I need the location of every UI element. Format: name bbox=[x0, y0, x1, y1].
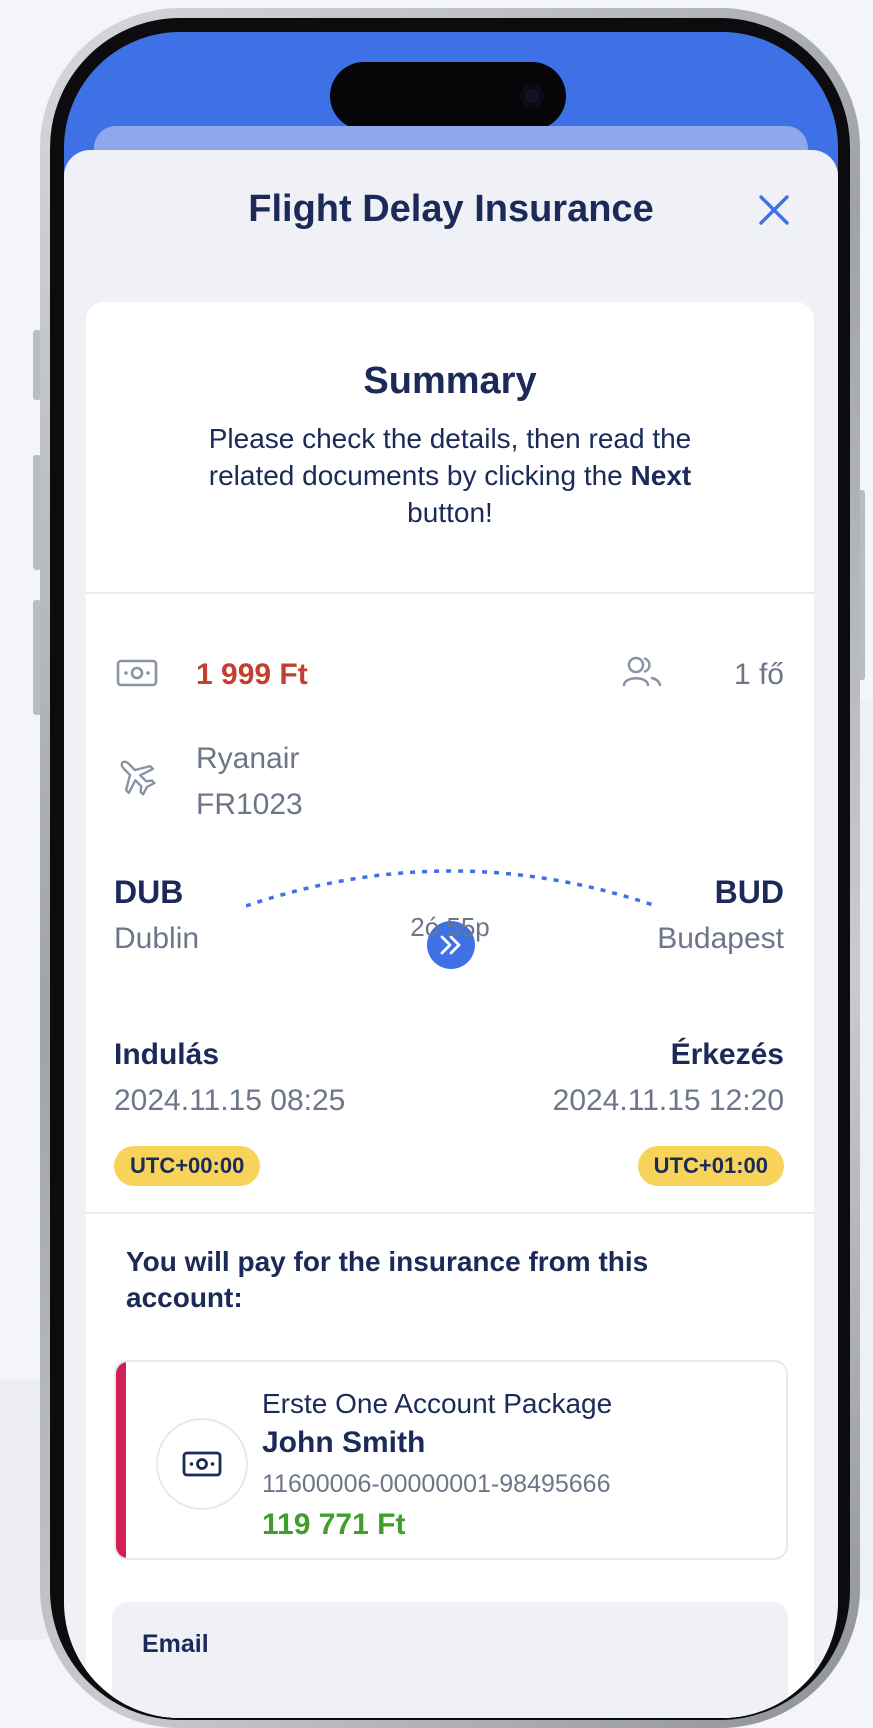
email-label: Email bbox=[142, 1630, 209, 1658]
departure-time: 2024.11.15 08:25 bbox=[114, 1084, 346, 1117]
account-icon-circle bbox=[156, 1418, 248, 1510]
front-camera bbox=[520, 84, 544, 108]
close-button[interactable] bbox=[754, 190, 794, 230]
people-icon bbox=[622, 656, 662, 687]
summary-instructions: Please check the details, then read the … bbox=[166, 420, 734, 531]
summary-text-start: Please check the details, then read the … bbox=[208, 423, 692, 491]
sheet-title: Flight Delay Insurance bbox=[248, 188, 654, 230]
airplane-icon bbox=[120, 760, 156, 796]
destination-code: BUD bbox=[714, 874, 784, 910]
email-field[interactable]: Email bbox=[112, 1602, 788, 1718]
summary-title: Summary bbox=[363, 360, 537, 402]
account-accent-bar bbox=[116, 1362, 126, 1558]
flight-number: FR1023 bbox=[196, 788, 303, 821]
phone-screen: Flight Delay Insurance Summary Please ch… bbox=[64, 32, 838, 1718]
arrival-label: Érkezés bbox=[670, 1038, 784, 1071]
airline-name: Ryanair bbox=[196, 742, 300, 775]
insurance-price: 1 999 Ft bbox=[196, 658, 308, 691]
account-number: 11600006-00000001-98495666 bbox=[262, 1470, 611, 1498]
cash-icon bbox=[182, 1451, 222, 1477]
summary-text-next: Next bbox=[630, 460, 692, 491]
payment-account-title: You will pay for the insurance from this… bbox=[126, 1246, 649, 1313]
divider bbox=[86, 592, 814, 594]
account-package-name: Erste One Account Package bbox=[262, 1388, 613, 1419]
account-balance: 119 771 Ft bbox=[262, 1508, 406, 1541]
route-arc bbox=[246, 869, 656, 908]
persons-count: 1 fő bbox=[733, 658, 784, 691]
arrival-timezone-badge: UTC+01:00 bbox=[637, 1146, 784, 1186]
divider bbox=[86, 1212, 814, 1214]
insurance-sheet: Flight Delay Insurance Summary Please ch… bbox=[64, 150, 838, 1718]
account-owner: John Smith bbox=[262, 1426, 426, 1459]
departure-timezone-badge: UTC+00:00 bbox=[114, 1146, 261, 1186]
origin-code: DUB bbox=[114, 874, 184, 910]
summary-card: Summary Please check the details, then r… bbox=[86, 302, 814, 1718]
payment-account-card[interactable]: Erste One Account Package John Smith 116… bbox=[114, 1360, 788, 1560]
departure-label: Indulás bbox=[114, 1038, 220, 1071]
dynamic-island bbox=[330, 62, 566, 130]
arrival-time: 2024.11.15 12:20 bbox=[552, 1084, 784, 1117]
destination-city: Budapest bbox=[657, 922, 784, 955]
money-icon bbox=[116, 659, 158, 687]
close-icon bbox=[759, 195, 789, 225]
airline-info: Ryanair FR1023 bbox=[196, 736, 303, 828]
summary-text-end: button! bbox=[407, 497, 493, 528]
